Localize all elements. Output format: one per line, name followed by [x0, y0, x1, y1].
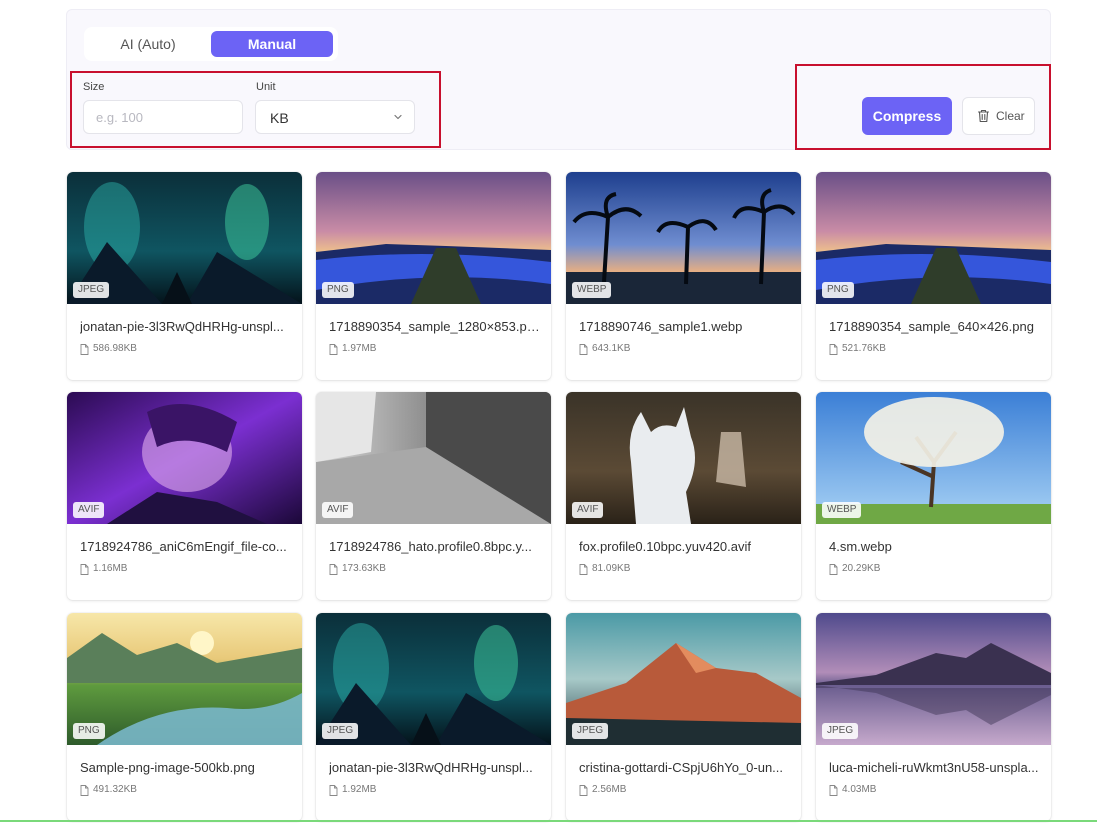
file-size: 81.09KB — [592, 563, 631, 574]
file-name: 1718890354_sample_640×426.png — [829, 319, 1034, 334]
file-size: 491.32KB — [93, 784, 137, 795]
size-input[interactable] — [83, 100, 243, 134]
bottom-divider — [0, 820, 1097, 822]
unit-label: Unit — [256, 81, 276, 93]
file-name: luca-micheli-ruWkmt3nU58-unspla... — [829, 760, 1039, 775]
file-size: 173.63KB — [342, 563, 386, 574]
image-card[interactable]: PNG Sample-png-image-500kb.png 491.32KB — [67, 613, 302, 821]
file-size: 2.56MB — [592, 784, 627, 795]
image-card[interactable]: JPEG luca-micheli-ruWkmt3nU58-unspla... … — [816, 613, 1051, 821]
format-badge: PNG — [322, 282, 354, 298]
format-badge: PNG — [73, 723, 105, 739]
chevron-down-icon — [394, 114, 402, 120]
format-badge: JPEG — [822, 723, 859, 739]
compress-button[interactable]: Compress — [862, 97, 952, 135]
file-size: 1.97MB — [342, 343, 377, 354]
file-name: fox.profile0.10bpc.yuv420.avif — [579, 539, 751, 554]
file-icon — [829, 344, 838, 355]
file-name: jonatan-pie-3l3RwQdHRHg-unspl... — [329, 760, 533, 775]
file-size: 586.98KB — [93, 343, 137, 354]
format-badge: WEBP — [822, 502, 862, 518]
format-badge: JPEG — [73, 282, 110, 298]
format-badge: AVIF — [572, 502, 604, 518]
mode-manual-tab[interactable]: Manual — [211, 31, 333, 57]
file-icon — [80, 344, 89, 355]
file-name: 1718890746_sample1.webp — [579, 319, 743, 334]
mode-toggle: AI (Auto) Manual — [84, 27, 338, 61]
image-card[interactable]: JPEG jonatan-pie-3l3RwQdHRHg-unspl... 1.… — [316, 613, 551, 821]
file-icon — [329, 344, 338, 355]
file-size: 643.1KB — [592, 343, 631, 354]
file-size: 1.92MB — [342, 784, 377, 795]
image-card[interactable]: AVIF fox.profile0.10bpc.yuv420.avif 81.0… — [566, 392, 801, 600]
format-badge: JPEG — [572, 723, 609, 739]
file-icon — [579, 344, 588, 355]
file-name: cristina-gottardi-CSpjU6hYo_0-un... — [579, 760, 784, 775]
file-icon — [80, 785, 89, 796]
file-size: 521.76KB — [842, 343, 886, 354]
image-card[interactable]: PNG 1718890354_sample_1280×853.png 1.97M… — [316, 172, 551, 380]
file-size: 20.29KB — [842, 563, 881, 574]
file-name: 1718890354_sample_1280×853.png — [329, 319, 541, 334]
format-badge: JPEG — [322, 723, 359, 739]
file-name: jonatan-pie-3l3RwQdHRHg-unspl... — [80, 319, 284, 334]
file-icon — [829, 564, 838, 575]
trash-icon — [977, 109, 990, 123]
file-icon — [829, 785, 838, 796]
image-card[interactable]: WEBP 1718890746_sample1.webp 643.1KB — [566, 172, 801, 380]
file-name: 1718924786_hato.profile0.8bpc.y... — [329, 539, 532, 554]
file-name: Sample-png-image-500kb.png — [80, 760, 255, 775]
size-label: Size — [83, 81, 105, 93]
file-name: 4.sm.webp — [829, 539, 892, 554]
image-card[interactable]: WEBP 4.sm.webp 20.29KB — [816, 392, 1051, 600]
format-badge: PNG — [822, 282, 854, 298]
mode-auto-tab[interactable]: AI (Auto) — [86, 31, 210, 57]
file-icon — [579, 564, 588, 575]
file-icon — [329, 564, 338, 575]
file-size: 1.16MB — [93, 563, 128, 574]
file-icon — [80, 564, 89, 575]
image-card[interactable]: AVIF 1718924786_hato.profile0.8bpc.y... … — [316, 392, 551, 600]
unit-select[interactable]: KB — [255, 100, 415, 134]
image-card[interactable]: PNG 1718890354_sample_640×426.png 521.76… — [816, 172, 1051, 380]
file-name: 1718924786_aniC6mEngif_file-co... — [80, 539, 287, 554]
image-card[interactable]: AVIF 1718924786_aniC6mEngif_file-co... 1… — [67, 392, 302, 600]
clear-button-label: Clear — [996, 109, 1025, 123]
format-badge: WEBP — [572, 282, 612, 298]
file-icon — [579, 785, 588, 796]
clear-button[interactable]: Clear — [962, 97, 1035, 135]
image-card[interactable]: JPEG cristina-gottardi-CSpjU6hYo_0-un...… — [566, 613, 801, 821]
file-size: 4.03MB — [842, 784, 877, 795]
file-icon — [329, 785, 338, 796]
unit-select-value: KB — [270, 110, 289, 126]
format-badge: AVIF — [322, 502, 354, 518]
image-card[interactable]: JPEG jonatan-pie-3l3RwQdHRHg-unspl... 58… — [67, 172, 302, 380]
format-badge: AVIF — [73, 502, 105, 518]
